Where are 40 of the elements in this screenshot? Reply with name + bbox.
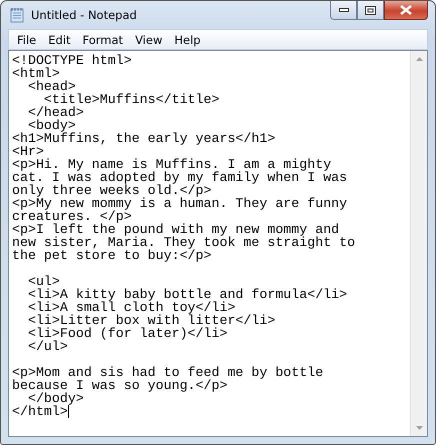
code-line: <p>Mom and sis had to feed me by bottle	[12, 366, 324, 379]
code-line: <ul>	[26, 275, 60, 288]
code-line: cat. I was adopted by my family when I was	[12, 171, 348, 184]
code-line: </head>	[26, 106, 84, 119]
code-line: creatures. </p>	[12, 210, 132, 223]
maximize-icon	[365, 6, 376, 14]
menu-item[interactable]: Format	[76, 32, 130, 46]
notepad-icon	[9, 7, 25, 23]
code-line: only three weeks old.</p>	[12, 184, 212, 197]
code-line: <title>Muffins</title>	[44, 93, 220, 106]
code-line: <li>A kitty baby bottle and formula</li>	[26, 288, 348, 301]
code-line: <head>	[26, 80, 76, 93]
code-line: </ul>	[26, 340, 68, 353]
maximize-button[interactable]	[357, 1, 384, 20]
code-line: <html>	[12, 67, 60, 80]
code-line: <li>Litter box with litter</li>	[26, 314, 276, 327]
close-icon	[400, 5, 412, 15]
code-line: because I was so young.</p>	[12, 379, 228, 392]
code-line: <p>Hi. My name is Muffins. I am a mighty	[12, 158, 332, 171]
code-line: <p>My new mommy is a human. They are funny	[12, 197, 348, 210]
window-title: Untitled - Notepad	[31, 8, 138, 22]
code-line: <li>A small cloth toy</li>	[26, 301, 236, 314]
code-line: the pet store to buy:</p>	[12, 249, 212, 262]
menu-item[interactable]: File	[11, 32, 42, 46]
code-line: <body>	[28, 119, 76, 132]
menu-item[interactable]: Help	[168, 32, 207, 46]
code-line: <li>Food (for later)</li>	[26, 327, 228, 340]
code-line: </html>	[12, 405, 68, 418]
menu-item[interactable]: View	[129, 32, 168, 46]
minimize-icon	[338, 8, 348, 12]
code-line: new sister, Maria. They took me straight to	[12, 236, 356, 249]
code-line: <Hr>	[12, 145, 44, 158]
code-line: <h1>Muffins, the early years</h1>	[12, 132, 276, 145]
code-line: <p>I left the pound with my new mommy and	[12, 223, 340, 236]
text-editor[interactable]	[8, 50, 428, 437]
minimize-button[interactable]	[330, 1, 357, 20]
code-line: <!DOCTYPE html>	[12, 54, 132, 67]
menu-item[interactable]: Edit	[42, 32, 77, 46]
close-button[interactable]	[384, 1, 428, 20]
code-line: </body>	[28, 392, 84, 405]
